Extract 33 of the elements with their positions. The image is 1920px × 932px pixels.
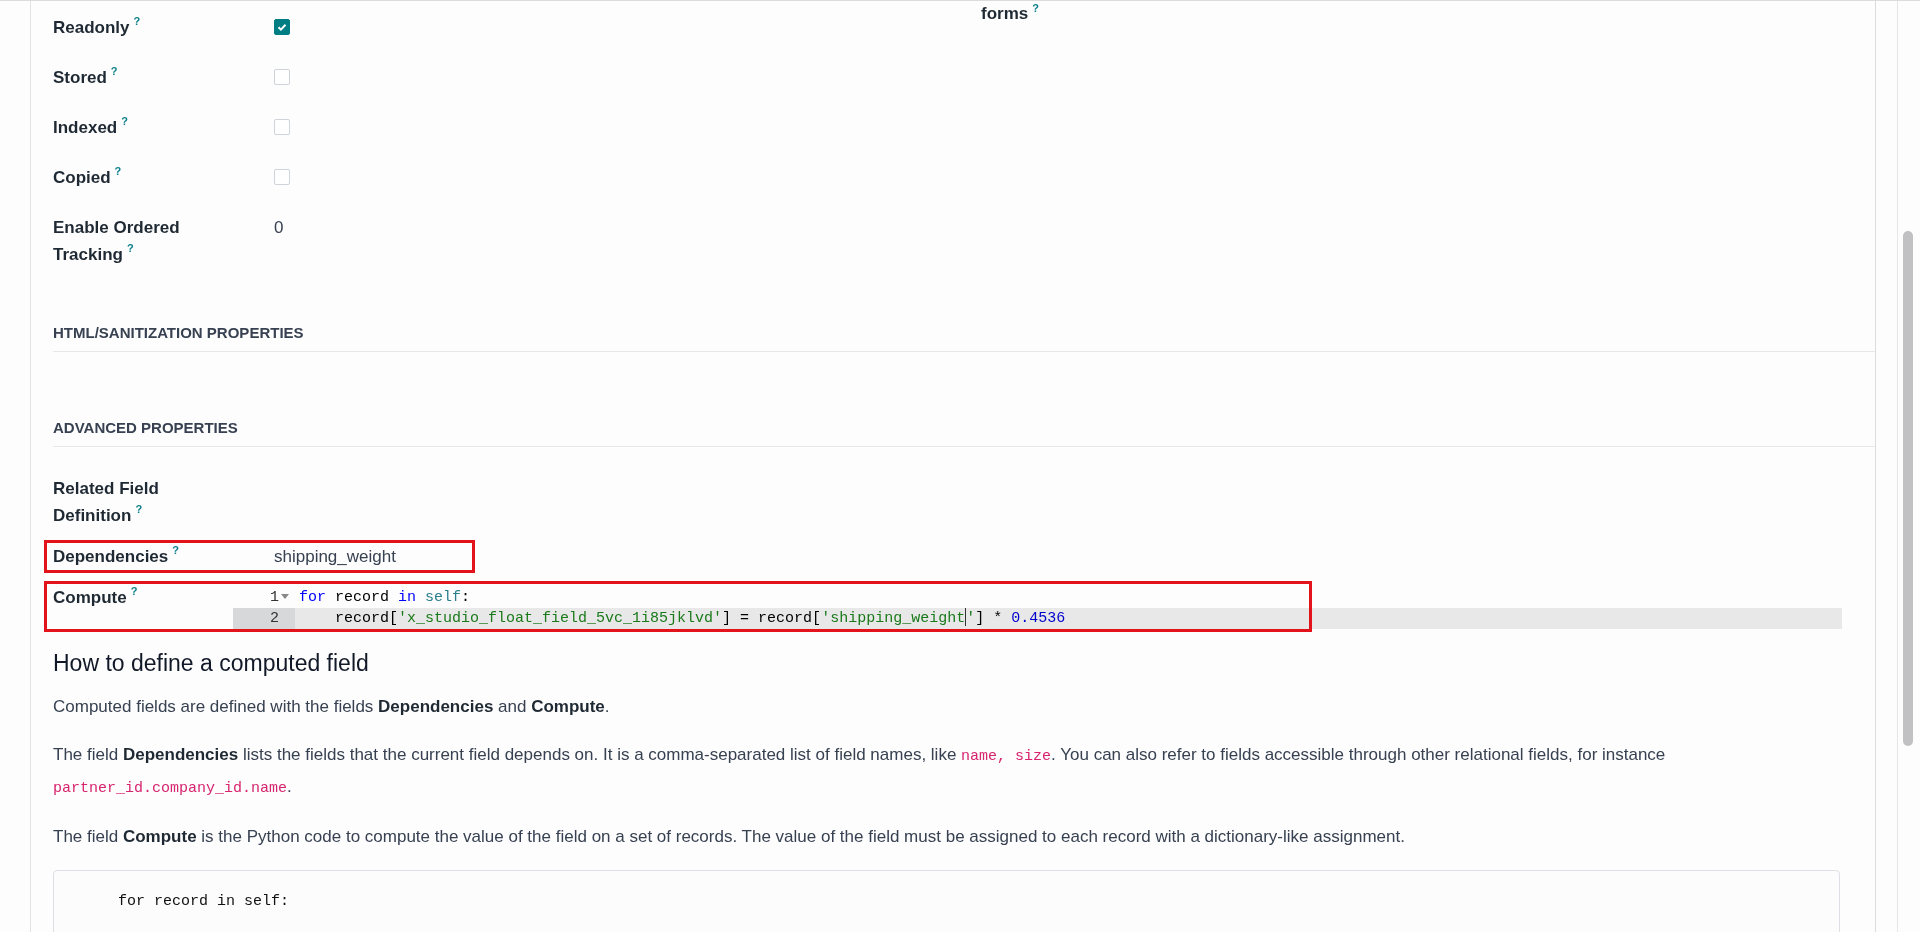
field-label: forms $^{?}$: [981, 1, 1039, 25]
help-tooltip-icon[interactable]: ?: [130, 585, 138, 597]
fold-caret-icon[interactable]: [281, 593, 289, 600]
field-label: Compute $^{?}$: [53, 584, 139, 609]
field-label: Copied $^{?}$: [53, 164, 123, 189]
help-paragraph: The field Compute is the Python code to compute the value of the field on a set of records. The value of the field must be assigned to each record with a dictionary-like assignment.: [53, 826, 1406, 848]
field-label: Related Field Definition $^{?}$: [53, 478, 160, 527]
field-value: 0: [274, 218, 284, 237]
field-value: shipping_weight: [274, 547, 396, 566]
help-tooltip-icon[interactable]: ?: [133, 15, 141, 27]
line-number: 2: [233, 608, 295, 629]
checkbox[interactable]: [274, 19, 290, 35]
help-tooltip-icon[interactable]: ?: [135, 503, 143, 515]
field-label: Dependencies $^{?}$: [53, 543, 180, 568]
field-label: Indexed $^{?}$: [53, 114, 129, 139]
code-line: for record in self:: [298, 588, 472, 608]
code-editor[interactable]: 1 for record in self: 2 record['x_studio_float_field_5vc_1i85jklvd'] = record['shipping_weight'] * 0.4536: [233, 587, 1842, 629]
field-label: Readonly $^{?}$: [53, 14, 142, 39]
help-tooltip-icon[interactable]: ?: [172, 544, 179, 556]
field-label: Stored $^{?}$: [53, 64, 119, 89]
line-number: 1: [233, 587, 295, 608]
field-label: Enable Ordered Tracking $^{?}$: [53, 217, 181, 266]
help-tooltip-icon[interactable]: ?: [110, 65, 118, 77]
section-heading: HTML/SANITIZATION PROPERTIES: [53, 323, 1875, 352]
help-tooltip-icon[interactable]: ?: [114, 165, 122, 177]
help-paragraph: Computed fields are defined with the fields Dependencies and Compute.: [53, 696, 611, 718]
help-tooltip-icon[interactable]: ?: [121, 115, 128, 127]
help-heading: How to define a computed field: [53, 649, 370, 678]
scrollbar-thumb[interactable]: [1903, 231, 1913, 746]
section-heading: ADVANCED PROPERTIES: [53, 418, 1875, 447]
help-paragraph: The field Dependencies lists the fields that the current field depends on. It is a comma-separated list of field names, like name, size. You can also refer to fields accessible through other relational fields, for instance partner_id.company_id.name.: [53, 744, 1667, 799]
code-example: for record in self:: [53, 870, 1840, 932]
help-tooltip-icon[interactable]: ?: [126, 242, 134, 254]
